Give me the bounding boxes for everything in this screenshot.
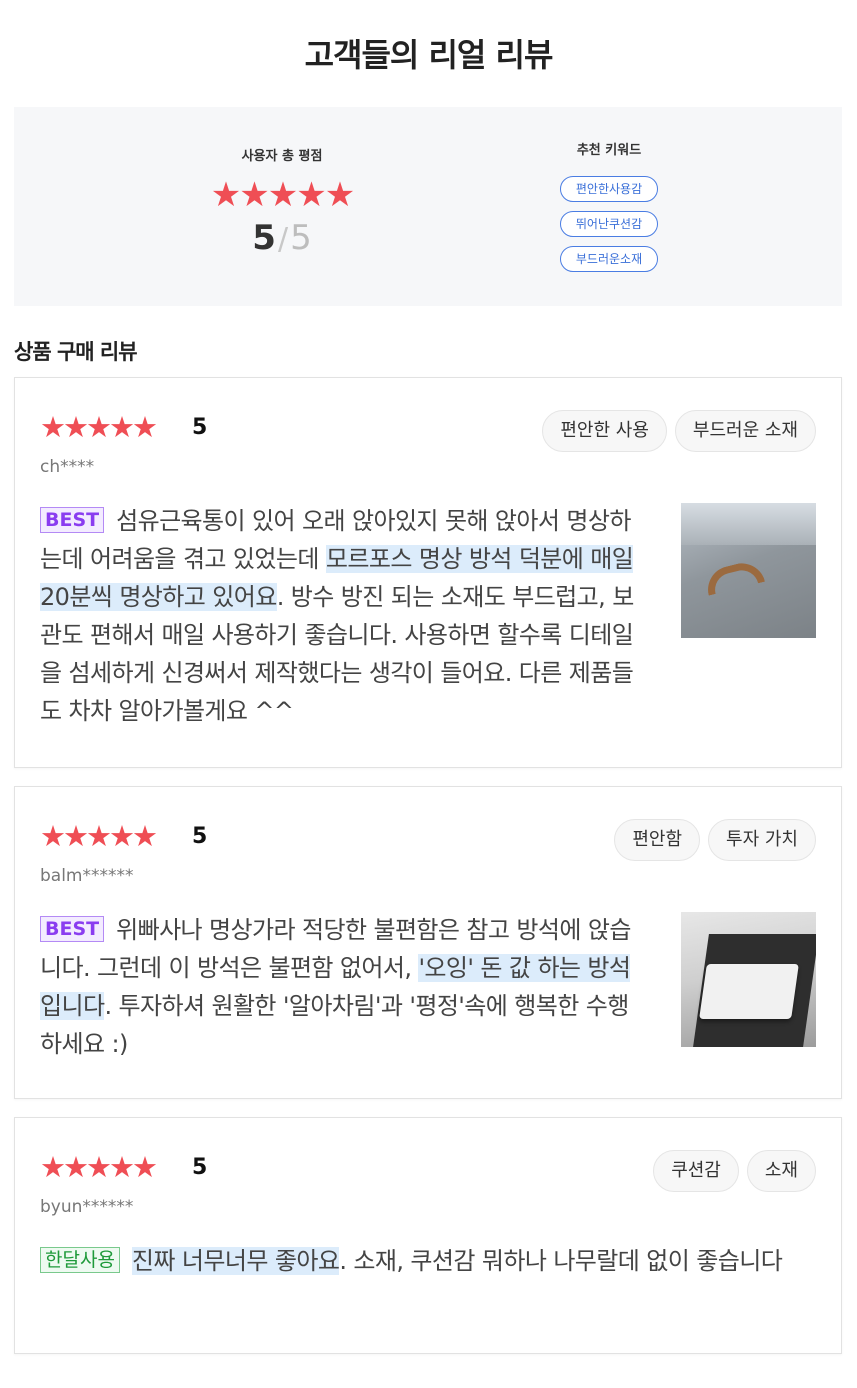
review-card: ★★★★★ 5 balm****** 편안함 투자 가치 BEST 위빠사나 명상… bbox=[14, 786, 842, 1099]
star-rating-icon: ★★★★★ bbox=[40, 410, 158, 444]
score-slash: / bbox=[277, 222, 289, 257]
rating-summary: 사용자 총 평점 ★★★★★ 5/5 추천 키워드 편안한사용감 뛰어난쿠션감 … bbox=[14, 107, 842, 306]
review-author: balm****** bbox=[40, 866, 134, 886]
score-number: 5 bbox=[252, 218, 276, 258]
review-text: BEST 위빠사나 명상가라 적당한 불편함은 참고 방석에 앉습니다. 그런데 … bbox=[40, 911, 640, 1063]
review-tag: 편안함 bbox=[614, 819, 701, 861]
review-author: ch**** bbox=[40, 457, 95, 477]
review-tag: 투자 가치 bbox=[708, 819, 816, 861]
keyword-pill[interactable]: 부드러운소재 bbox=[560, 246, 658, 272]
score-label: 사용자 총 평점 bbox=[241, 149, 323, 164]
rating-number: 5 bbox=[192, 1155, 208, 1180]
review-author: byun****** bbox=[40, 1197, 134, 1217]
review-tag: 부드러운 소재 bbox=[674, 410, 816, 452]
review-text-after: . 소재, 쿠션감 뭐하나 나무랄데 없이 좋습니다 bbox=[339, 1247, 783, 1275]
rating-number: 5 bbox=[192, 824, 208, 849]
page-title: 고객들의 리얼 리뷰 bbox=[304, 36, 554, 74]
best-badge: BEST bbox=[40, 916, 105, 942]
review-tag: 쿠션감 bbox=[653, 1150, 739, 1192]
cushion-handle-photo-icon bbox=[702, 558, 766, 596]
review-card: ★★★★★ 5 byun****** 쿠션감 소재 한달사용 진짜 너무너무 좋아… bbox=[14, 1117, 842, 1354]
review-tags: 편안함 투자 가치 bbox=[614, 819, 816, 861]
keyword-list: 편안한사용감 뛰어난쿠션감 부드러운소재 bbox=[534, 176, 684, 272]
review-tags: 쿠션감 소재 bbox=[653, 1150, 816, 1192]
review-tag: 소재 bbox=[746, 1150, 816, 1192]
review-text-highlight: 진짜 너무너무 좋아요 bbox=[131, 1247, 340, 1275]
review-photo[interactable] bbox=[681, 912, 816, 1047]
star-rating-icon: ★★★★★ bbox=[210, 175, 355, 215]
rating-number: 5 bbox=[192, 415, 208, 440]
section-title: 상품 구매 리뷰 bbox=[14, 340, 138, 364]
photo-background bbox=[681, 503, 816, 545]
review-text-after: . 투자하셔 원활한 '알아차림'과 '평정'속에 행복한 수행하세요 :) bbox=[40, 992, 629, 1058]
keyword-block: 추천 키워드 편안한사용감 뛰어난쿠션감 부드러운소재 bbox=[534, 139, 684, 281]
keyword-pill[interactable]: 편안한사용감 bbox=[560, 176, 658, 202]
review-text: BEST 섬유근육통이 있어 오래 앉아있지 못해 앉아서 명상하는데 어려움을 … bbox=[40, 502, 640, 730]
score-max: 5 bbox=[290, 218, 312, 258]
review-text: 한달사용 진짜 너무너무 좋아요. 소재, 쿠션감 뭐하나 나무랄데 없이 좋습니… bbox=[40, 1242, 810, 1280]
star-rating-icon: ★★★★★ bbox=[40, 819, 158, 853]
keywords-title: 추천 키워드 bbox=[576, 143, 642, 158]
cushion-on-mat-photo-icon bbox=[699, 964, 799, 1019]
review-tags: 편안한 사용 부드러운 소재 bbox=[542, 410, 816, 452]
best-badge: BEST bbox=[40, 507, 105, 533]
review-photo[interactable] bbox=[681, 503, 816, 638]
month-use-badge: 한달사용 bbox=[40, 1247, 120, 1273]
total-score-block: 사용자 총 평점 ★★★★★ 5/5 bbox=[177, 145, 387, 258]
review-tag: 편안한 사용 bbox=[542, 410, 667, 452]
review-card: ★★★★★ 5 ch**** 편안한 사용 부드러운 소재 BEST 섬유근육통이… bbox=[14, 377, 842, 768]
score-value: 5/5 bbox=[177, 220, 387, 258]
keyword-pill[interactable]: 뛰어난쿠션감 bbox=[560, 211, 658, 237]
star-rating-icon: ★★★★★ bbox=[40, 1150, 158, 1184]
